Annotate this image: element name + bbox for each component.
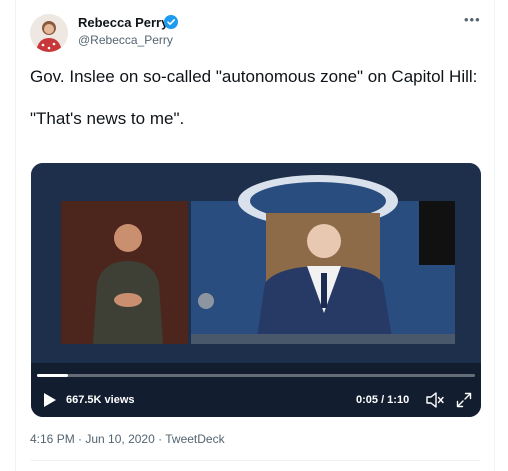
video-progress-fill bbox=[37, 374, 68, 377]
author-name[interactable]: Rebecca Perry bbox=[78, 15, 168, 30]
video-player[interactable]: 667.5K views 0:05 / 1:10 bbox=[31, 163, 481, 417]
avatar[interactable] bbox=[30, 14, 68, 52]
verified-badge-icon bbox=[164, 15, 178, 29]
video-timecode: 0:05 / 1:10 bbox=[356, 394, 410, 406]
tweet-meta: 4:16 PM · Jun 10, 2020 · TweetDeck bbox=[30, 432, 225, 446]
tweet-date[interactable]: Jun 10, 2020 bbox=[85, 432, 154, 446]
play-icon[interactable] bbox=[43, 392, 57, 408]
tweet-text: Gov. Inslee on so-called "autonomous zon… bbox=[30, 67, 478, 128]
fullscreen-icon[interactable] bbox=[456, 392, 472, 408]
meta-separator: · bbox=[74, 432, 86, 446]
view-count: 667.5K views bbox=[66, 394, 135, 406]
video-frame bbox=[31, 163, 481, 417]
more-options-icon[interactable]: ••• bbox=[464, 12, 481, 27]
meta-separator: · bbox=[154, 432, 166, 446]
tweet-source[interactable]: TweetDeck bbox=[165, 432, 224, 446]
tweet-time[interactable]: 4:16 PM bbox=[30, 432, 75, 446]
divider bbox=[30, 460, 480, 461]
video-progress-bar[interactable] bbox=[37, 374, 475, 377]
mute-icon[interactable] bbox=[426, 392, 444, 408]
author-handle[interactable]: @Rebecca_Perry bbox=[78, 33, 173, 47]
